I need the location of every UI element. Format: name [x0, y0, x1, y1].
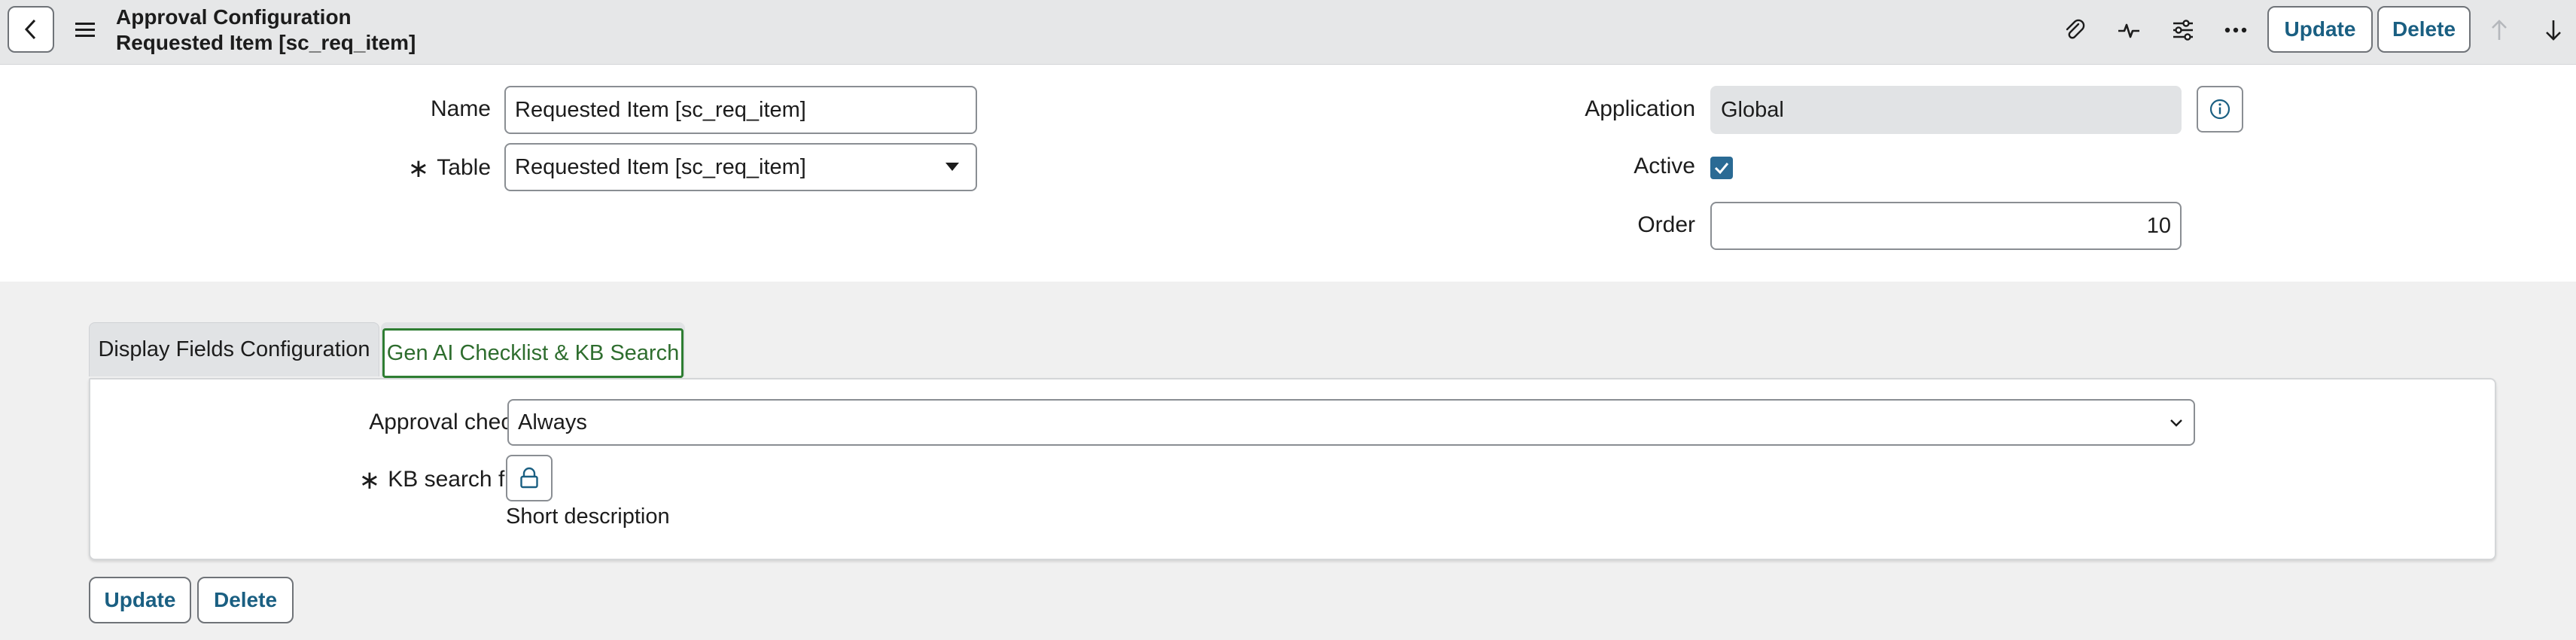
- page-title: Approval Configuration Requested Item [s…: [116, 5, 416, 56]
- kb-search-fields-value: Short description: [506, 504, 670, 529]
- sliders-icon[interactable]: [2168, 15, 2198, 45]
- approval-checklist-value: Always: [518, 410, 587, 434]
- approval-checklist-select[interactable]: Always: [507, 399, 2195, 446]
- active-label: Active: [1634, 154, 1695, 178]
- required-icon: ∗: [358, 466, 381, 495]
- arrow-up-icon[interactable]: [2484, 15, 2514, 45]
- check-icon: [1714, 163, 1729, 175]
- table-label-text: Table: [437, 154, 491, 180]
- title-record-type: Approval Configuration: [116, 5, 352, 29]
- caret-down-icon: [945, 163, 959, 171]
- name-input[interactable]: Requested Item [sc_req_item]: [504, 86, 977, 134]
- title-record-name: Requested Item [sc_req_item]: [116, 31, 416, 54]
- record-form: Name Requested Item [sc_req_item] ∗ Table…: [0, 65, 2576, 282]
- approval-checklist-label: Approval checklist: [369, 410, 551, 434]
- arrow-down-icon[interactable]: [2538, 15, 2568, 45]
- application-label: Application: [1585, 96, 1695, 121]
- activity-icon[interactable]: [2114, 15, 2144, 45]
- unlock-button[interactable]: [506, 455, 553, 501]
- chevron-down-icon: [2170, 419, 2182, 427]
- kb-search-fields-label: ∗ KB search fields: [151, 465, 551, 495]
- tab-panel: Approval checklist Always ∗ KB search fie…: [89, 378, 2496, 560]
- name-label: Name: [430, 96, 491, 121]
- application-field: Global: [1710, 86, 2182, 134]
- tab-gen-ai-checklist-kb-search[interactable]: Gen AI Checklist & KB Search: [381, 322, 685, 378]
- back-icon: [24, 19, 36, 40]
- paperclip-icon[interactable]: [2060, 15, 2090, 45]
- table-label: ∗ Table: [376, 154, 491, 184]
- more-icon[interactable]: [2221, 15, 2251, 45]
- order-input[interactable]: 10: [1710, 202, 2182, 250]
- update-button-footer[interactable]: Update: [89, 577, 191, 623]
- order-label: Order: [1637, 212, 1695, 237]
- back-button[interactable]: [8, 6, 54, 53]
- table-select-value: Requested Item [sc_req_item]: [515, 154, 806, 179]
- update-button-header[interactable]: Update: [2267, 6, 2373, 53]
- tab-gen-ai-label: Gen AI Checklist & KB Search: [382, 328, 684, 378]
- info-button[interactable]: [2197, 86, 2243, 133]
- tab-display-fields-configuration[interactable]: Display Fields Configuration: [89, 322, 379, 376]
- required-icon: ∗: [407, 154, 430, 183]
- delete-button-footer[interactable]: Delete: [197, 577, 294, 623]
- active-checkbox[interactable]: [1710, 157, 1733, 179]
- menu-icon[interactable]: [75, 21, 95, 38]
- lock-icon: [520, 467, 538, 489]
- info-icon: [2209, 99, 2230, 120]
- form-header: Approval Configuration Requested Item [s…: [0, 0, 2576, 65]
- delete-button-header[interactable]: Delete: [2377, 6, 2471, 53]
- table-select[interactable]: Requested Item [sc_req_item]: [504, 143, 977, 191]
